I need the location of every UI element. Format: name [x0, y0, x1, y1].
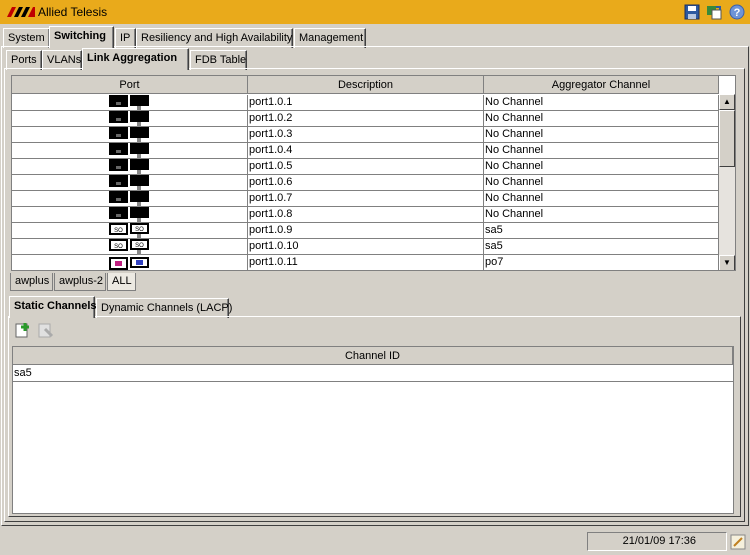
port-cell: SO SO [12, 223, 248, 239]
tab-ports[interactable]: Ports [6, 50, 42, 70]
aggregator-channel-cell: No Channel [484, 159, 719, 175]
table-row[interactable]: port1.0.7 No Channel [12, 191, 719, 207]
aggregator-channel-cell: No Channel [484, 175, 719, 191]
tab-link-aggregation[interactable]: Link Aggregation [82, 48, 189, 70]
tab-all[interactable]: ALL [107, 273, 136, 291]
port-connector-icon[interactable]: SO SO [109, 239, 151, 255]
port-table: Port Description Aggregator Channel port… [11, 75, 736, 271]
aggregator-channel-cell: No Channel [484, 143, 719, 159]
status-bar: 21/01/09 17:36 [0, 530, 750, 555]
port-connector-icon[interactable] [109, 191, 151, 207]
aggregator-channel-cell: sa5 [484, 239, 719, 255]
swap-icon[interactable] [706, 4, 722, 20]
tab-awplus-2[interactable]: awplus-2 [54, 273, 106, 291]
port-cell [12, 207, 248, 223]
port-cell [12, 255, 248, 271]
description-cell: port1.0.9 [248, 223, 484, 239]
svg-text:SO: SO [114, 228, 123, 234]
aggregator-channel-cell: No Channel [484, 207, 719, 223]
table-row[interactable]: SO SO port1.0.10 sa5 [12, 239, 719, 255]
aggregator-channel-cell: No Channel [484, 191, 719, 207]
port-cell [12, 143, 248, 159]
description-cell: port1.0.10 [248, 239, 484, 255]
tab-static-channels[interactable]: Static Channels [9, 296, 97, 318]
description-cell: port1.0.4 [248, 143, 484, 159]
port-table-scrollbar[interactable]: ▲ ▼ [719, 94, 735, 270]
channel-id-cell: sa5 [14, 367, 32, 379]
description-cell: port1.0.8 [248, 207, 484, 223]
table-row[interactable]: port1.0.1 No Channel [12, 95, 719, 111]
table-row[interactable]: port1.0.4 No Channel [12, 143, 719, 159]
table-row[interactable]: port1.0.6 No Channel [12, 175, 719, 191]
status-datetime: 21/01/09 17:36 [587, 532, 727, 551]
tab-fdb-table[interactable]: FDB Table [190, 50, 247, 70]
table-row[interactable]: port1.0.2 No Channel [12, 111, 719, 127]
column-header-port[interactable]: Port [12, 76, 248, 94]
description-cell: port1.0.7 [248, 191, 484, 207]
port-connector-icon[interactable] [109, 111, 151, 127]
port-connector-icon[interactable] [109, 255, 151, 271]
column-header-description[interactable]: Description [248, 76, 484, 94]
port-cell [12, 127, 248, 143]
description-cell: port1.0.5 [248, 159, 484, 175]
scroll-down-icon[interactable]: ▼ [719, 255, 735, 270]
port-connector-icon[interactable] [109, 207, 151, 223]
save-icon[interactable] [684, 4, 700, 20]
svg-text:?: ? [734, 7, 741, 19]
port-connector-icon[interactable] [109, 175, 151, 191]
allied-telesis-logo-icon [7, 7, 35, 17]
column-header-aggregator-channel[interactable]: Aggregator Channel [484, 76, 719, 94]
tab-system[interactable]: System [3, 28, 50, 48]
aggregator-channel-cell: No Channel [484, 95, 719, 111]
svg-text:SO: SO [135, 243, 144, 249]
svg-text:SO: SO [114, 244, 123, 250]
status-icon[interactable] [730, 534, 746, 550]
aggregator-channel-cell: sa5 [484, 223, 719, 239]
title-bar: Allied Telesis ? [0, 0, 750, 24]
app-title: Allied Telesis [38, 5, 108, 19]
port-cell [12, 159, 248, 175]
description-cell: port1.0.2 [248, 111, 484, 127]
description-cell: port1.0.1 [248, 95, 484, 111]
scroll-up-icon[interactable]: ▲ [719, 94, 735, 110]
port-connector-icon[interactable] [109, 95, 151, 111]
port-connector-icon[interactable] [109, 143, 151, 159]
description-cell: port1.0.6 [248, 175, 484, 191]
aggregator-channel-cell: No Channel [484, 127, 719, 143]
port-cell [12, 95, 248, 111]
svg-text:SO: SO [135, 227, 144, 233]
table-row[interactable]: SO SO port1.0.9 sa5 [12, 223, 719, 239]
tab-management[interactable]: Management [294, 28, 366, 48]
port-connector-icon[interactable] [109, 159, 151, 175]
table-row[interactable]: port1.0.5 No Channel [12, 159, 719, 175]
tab-vlans[interactable]: VLANs [42, 50, 82, 70]
channel-table: Channel ID sa5 [12, 346, 734, 514]
port-cell [12, 191, 248, 207]
tab-awplus[interactable]: awplus [10, 273, 53, 291]
port-cell [12, 111, 248, 127]
aggregator-channel-cell: po7 [484, 255, 719, 270]
table-row[interactable]: port1.0.8 No Channel [12, 207, 719, 223]
table-row[interactable]: sa5 [13, 366, 733, 382]
table-row[interactable]: port1.0.11 po7 [12, 255, 719, 271]
tab-resiliency[interactable]: Resiliency and High Availability [136, 28, 293, 48]
description-cell: port1.0.3 [248, 127, 484, 143]
tab-ip[interactable]: IP [115, 28, 136, 48]
description-cell: port1.0.11 [248, 255, 484, 270]
aggregator-channel-cell: No Channel [484, 111, 719, 127]
port-connector-icon[interactable] [109, 127, 151, 143]
tab-switching[interactable]: Switching [49, 26, 114, 48]
add-channel-icon[interactable] [14, 321, 32, 339]
table-row[interactable]: port1.0.3 No Channel [12, 127, 719, 143]
tab-dynamic-channels[interactable]: Dynamic Channels (LACP) [96, 298, 232, 318]
scroll-thumb[interactable] [719, 110, 735, 167]
port-connector-icon[interactable]: SO SO [109, 223, 151, 239]
column-header-channel-id[interactable]: Channel ID [13, 347, 733, 365]
remove-channel-icon[interactable] [37, 321, 55, 339]
port-cell [12, 175, 248, 191]
port-cell: SO SO [12, 239, 248, 255]
help-icon[interactable]: ? [729, 4, 745, 20]
